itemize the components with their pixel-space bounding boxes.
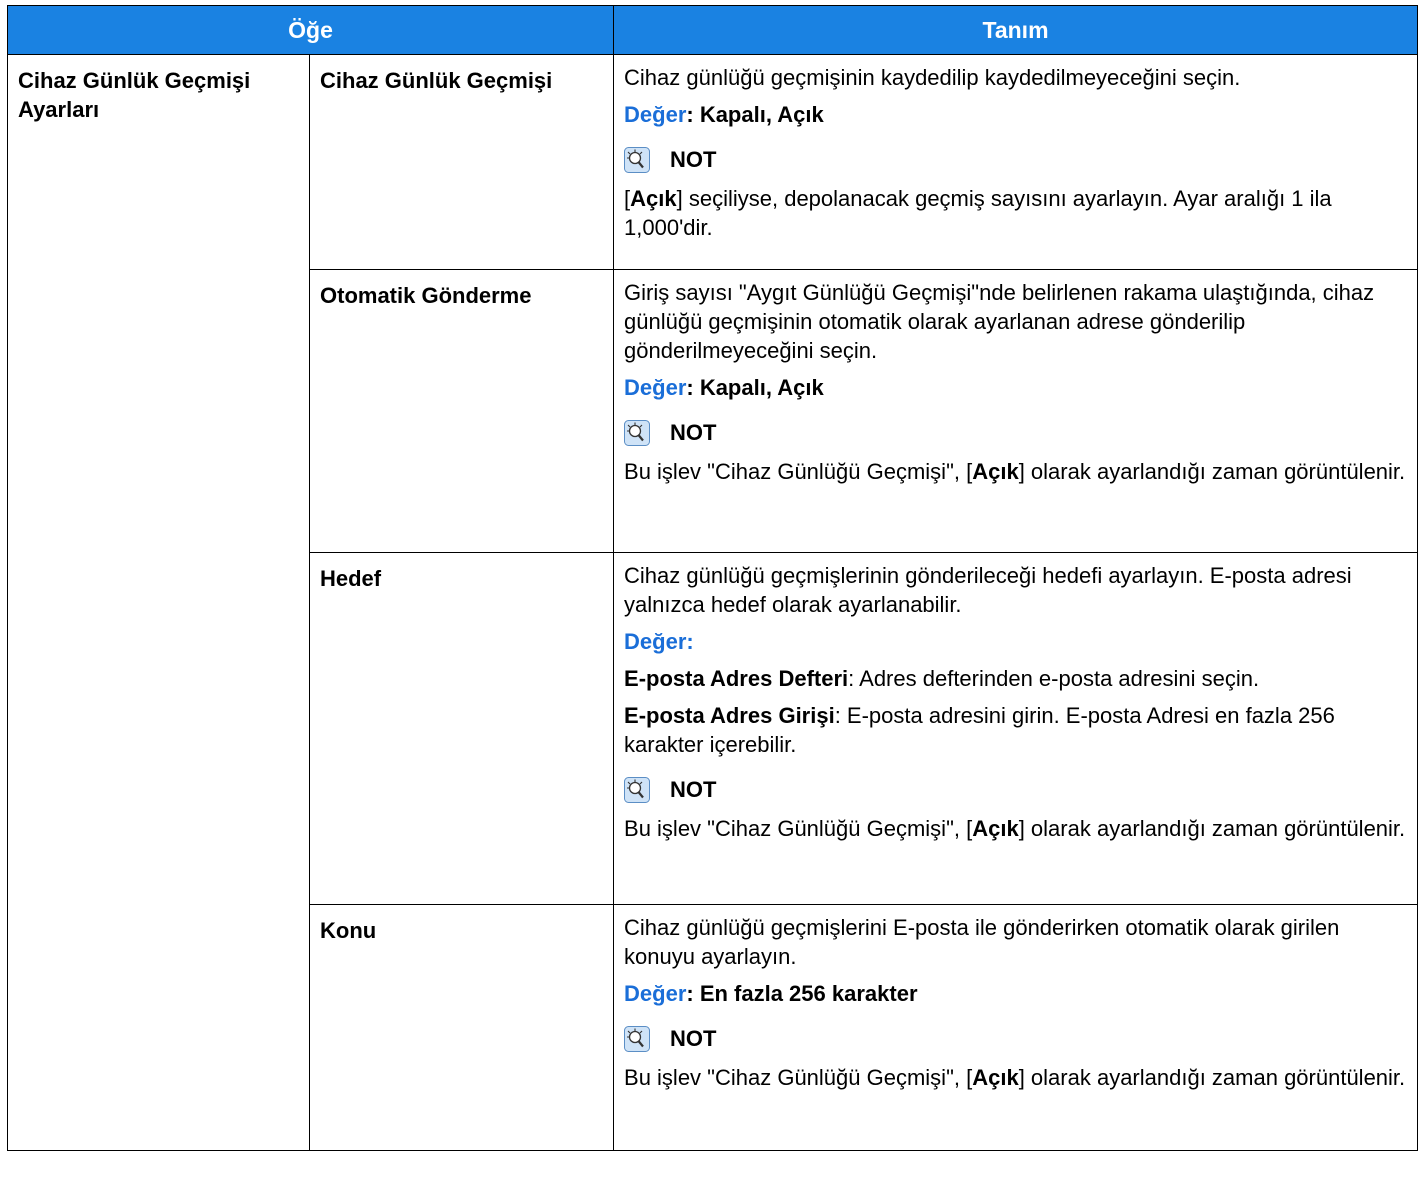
item-name: Cihaz Günlük Geçmişi <box>308 54 615 270</box>
item-name: Hedef <box>308 552 615 905</box>
lightbulb-note-icon <box>624 776 651 803</box>
note-text-post: ] seçiliyse, depolanacak geçmiş sayısını… <box>624 186 1332 240</box>
description-cell: Cihaz günlüğü geçmişlerini E-posta ile g… <box>613 904 1419 1151</box>
table-row: Cihaz Günlük Geçmişi Ayarları Cihaz Günl… <box>7 54 1419 1151</box>
note-title: NOT <box>670 1026 717 1051</box>
group-label: Cihaz Günlük Geçmişi Ayarları <box>7 54 310 1151</box>
table-header-row: Öğe Tanım <box>6 5 1419 55</box>
note-heading: NOT <box>624 1024 1407 1053</box>
value-text: : Kapalı, Açık <box>686 375 824 400</box>
note-heading: NOT <box>624 145 1407 174</box>
item-name: Konu <box>308 904 615 1151</box>
description-text: Cihaz günlüğü geçmişlerini E-posta ile g… <box>624 915 1340 969</box>
note-text-post: ] olarak ayarlandığı zaman görüntülenir. <box>1018 816 1406 841</box>
note-text: Bu işlev "Cihaz Günlüğü Geçmişi", [Açık]… <box>624 814 1407 843</box>
note-text-post: ] olarak ayarlandığı zaman görüntülenir. <box>1018 1065 1406 1090</box>
note-title: NOT <box>670 420 717 445</box>
value-text: : Kapalı, Açık <box>686 102 824 127</box>
header-description: Tanım <box>613 5 1419 55</box>
note-title: NOT <box>670 147 717 172</box>
note-text-pre: Bu işlev "Cihaz Günlüğü Geçmişi", [ <box>624 1065 973 1090</box>
description-cell: Cihaz günlüğü geçmişinin kaydedilip kayd… <box>613 54 1419 270</box>
note-text: [Açık] seçiliyse, depolanacak geçmiş say… <box>624 184 1407 242</box>
option-line: E-posta Adres Girişi: E-posta adresini g… <box>624 701 1407 759</box>
description-text: Giriş sayısı "Aygıt Günlüğü Geçmişi"nde … <box>624 280 1375 363</box>
value-label: Değer <box>624 629 687 654</box>
note-text: Bu işlev "Cihaz Günlüğü Geçmişi", [Açık]… <box>624 1063 1407 1092</box>
option-name: E-posta Adres Defteri <box>624 666 849 691</box>
description-text: Cihaz günlüğü geçmişinin kaydedilip kayd… <box>624 65 1241 90</box>
note-text-bold: Açık <box>972 816 1019 841</box>
lightbulb-note-icon <box>624 419 651 446</box>
description-cell: Cihaz günlüğü geçmişlerinin gönderileceğ… <box>613 552 1419 905</box>
note-text-bold: Açık <box>972 1065 1019 1090</box>
lightbulb-note-icon <box>624 1025 651 1052</box>
value-line: Değer: Kapalı, Açık <box>624 373 1407 402</box>
option-line: E-posta Adres Defteri: Adres defterinden… <box>624 664 1407 693</box>
description-cell: Giriş sayısı "Aygıt Günlüğü Geçmişi"nde … <box>613 269 1419 553</box>
value-label: Değer <box>624 102 687 127</box>
value-text: : <box>686 629 694 654</box>
settings-table: Öğe Tanım Cihaz Günlük Geçmişi Ayarları … <box>6 5 1419 1151</box>
note-heading: NOT <box>624 775 1407 804</box>
lightbulb-note-icon <box>624 146 651 173</box>
value-text: : En fazla 256 karakter <box>686 981 918 1006</box>
note-text-pre: Bu işlev "Cihaz Günlüğü Geçmişi", [ <box>624 816 973 841</box>
note-text-post: ] olarak ayarlandığı zaman görüntülenir. <box>1018 459 1406 484</box>
option-name: E-posta Adres Girişi <box>624 703 835 728</box>
note-text-pre: Bu işlev "Cihaz Günlüğü Geçmişi", [ <box>624 459 973 484</box>
note-text-bold: Açık <box>630 186 677 211</box>
value-label: Değer <box>624 375 687 400</box>
option-text: : Adres defterinden e-posta adresini seç… <box>848 666 1260 691</box>
note-text-bold: Açık <box>972 459 1019 484</box>
item-name: Otomatik Gönderme <box>308 269 615 553</box>
note-text: Bu işlev "Cihaz Günlüğü Geçmişi", [Açık]… <box>624 457 1407 486</box>
description-text: Cihaz günlüğü geçmişlerinin gönderileceğ… <box>624 563 1352 617</box>
note-title: NOT <box>670 777 717 802</box>
header-item: Öğe <box>6 5 615 55</box>
note-heading: NOT <box>624 418 1407 447</box>
value-line: Değer: En fazla 256 karakter <box>624 979 1407 1008</box>
value-line: Değer: <box>624 627 1407 656</box>
value-line: Değer: Kapalı, Açık <box>624 100 1407 129</box>
value-label: Değer <box>624 981 687 1006</box>
